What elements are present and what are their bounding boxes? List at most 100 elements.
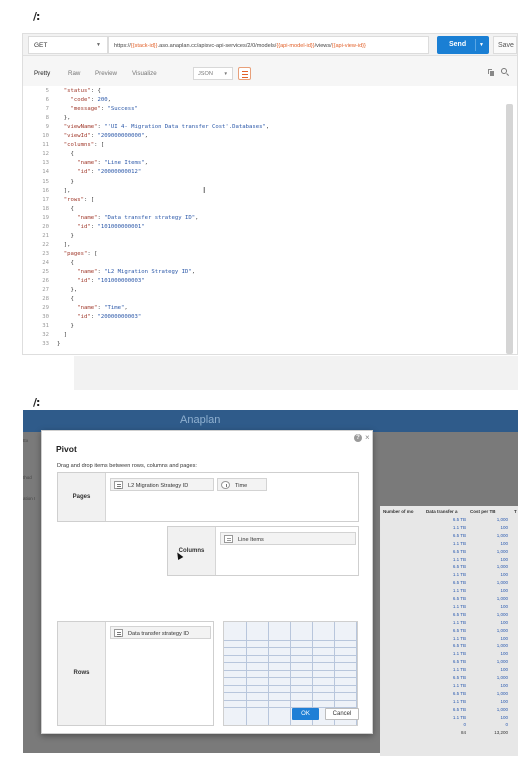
code-line: {: [57, 296, 74, 303]
anaplan-logo-icon: /:: [33, 10, 40, 23]
tab-raw[interactable]: Raw: [68, 70, 80, 77]
line-number: 7: [45, 106, 49, 113]
background-cell: 6.5 TB: [452, 690, 466, 696]
background-cell: 1,000: [496, 611, 508, 617]
code-line: {: [57, 259, 74, 266]
background-cell: 1.1 TB: [452, 572, 466, 578]
background-cell: 6.5 TB: [452, 643, 466, 649]
line-number: 28: [42, 296, 49, 303]
text-cursor-icon: I: [203, 186, 206, 195]
help-icon[interactable]: ?: [354, 434, 362, 442]
url-variable: {{api-model-id}}: [276, 42, 315, 49]
tab-pretty[interactable]: Pretty: [34, 70, 50, 77]
url-input[interactable]: https://{{stack-id}}.aso.anaplan.cc/apis…: [108, 36, 429, 54]
pivot-item-label: L2 Migration Strategy ID: [128, 482, 189, 489]
send-divider: [475, 39, 476, 51]
code-line: }: [57, 178, 74, 185]
background-cell: 1,000: [496, 517, 508, 522]
background-cell: 1.1 TB: [452, 603, 466, 609]
chevron-down-icon[interactable]: ▼: [479, 42, 484, 48]
rows-zone[interactable]: Rows Data transfer strategy ID: [57, 621, 214, 726]
background-cell: 100: [500, 540, 508, 546]
cancel-button[interactable]: Cancel: [325, 708, 359, 720]
background-cell: 6.5 TB: [452, 564, 466, 570]
background-cell: 100: [500, 603, 508, 609]
background-cell: 6.5 TB: [452, 706, 466, 712]
code-line: }: [57, 232, 74, 239]
tab-preview[interactable]: Preview: [95, 70, 117, 77]
background-column-header: Data transfer a: [426, 509, 458, 514]
code-line: "name": "L2 Migration Strategy ID",: [77, 269, 196, 275]
line-number: 18: [42, 205, 49, 212]
columns-zone[interactable]: Columns Line Items: [167, 526, 359, 576]
app-header: [23, 410, 518, 432]
pivot-item-time[interactable]: Time: [217, 478, 267, 491]
line-number: 31: [42, 323, 49, 330]
line-items-icon: [224, 535, 233, 543]
code-line: "viewId": "209000000000",: [63, 133, 148, 140]
code-line: "id": "101000000001": [77, 223, 145, 230]
background-cell: 1.1 TB: [452, 682, 466, 688]
background-cell: 6.5 TB: [452, 596, 466, 601]
send-button[interactable]: Send ▼: [437, 36, 489, 54]
background-column-header: Number of mo: [383, 509, 414, 514]
search-icon[interactable]: [501, 68, 510, 77]
send-label: Send: [449, 41, 467, 48]
code-line: ],: [57, 241, 71, 248]
pivot-item-label: Data transfer strategy ID: [128, 630, 189, 637]
background-cell: 1.1 TB: [452, 667, 466, 673]
pivot-item-label: Time: [235, 482, 248, 489]
api-client-section: /: GET ▼ https://{{stack-id}}.aso.anapla…: [0, 0, 518, 390]
wrap-lines-icon[interactable]: [238, 67, 251, 80]
pivot-item-l2-migration-strategy[interactable]: L2 Migration Strategy ID: [110, 478, 214, 491]
save-button[interactable]: Save: [493, 36, 517, 54]
url-text: /views/: [314, 42, 332, 49]
background-cell: 1.1 TB: [452, 635, 466, 641]
code-line: ]: [57, 332, 68, 339]
line-number: 26: [42, 278, 49, 285]
background-cell: 100: [500, 588, 508, 594]
code-line: }: [57, 323, 74, 330]
line-number: 10: [42, 133, 49, 140]
background-cell: 1.1 TB: [452, 540, 466, 546]
method-select[interactable]: GET ▼: [28, 36, 108, 54]
brand-name: Anaplan: [180, 414, 221, 426]
background-cell: 100: [500, 698, 508, 704]
background-cell: 6.5 TB: [452, 548, 466, 554]
anaplan-section: /: Anaplan Ex thod ation I Pivot ? × Dra…: [0, 390, 518, 757]
grid-line: [268, 622, 269, 725]
line-number: 27: [42, 287, 49, 294]
format-select[interactable]: JSON ▼: [193, 67, 233, 80]
pivot-item-line-items[interactable]: Line Items: [220, 532, 356, 545]
line-number: 8: [45, 115, 49, 122]
copy-icon[interactable]: [487, 68, 495, 77]
ok-button[interactable]: OK: [292, 708, 319, 720]
code-line: "message": "Success": [70, 106, 138, 113]
background-cell: 1,000: [496, 532, 508, 538]
background-cell: 0: [505, 722, 508, 728]
pages-zone[interactable]: Pages L2 Migration Strategy ID Time: [57, 472, 359, 522]
code-line: "name": "Data transfer strategy ID",: [77, 214, 199, 221]
response-body[interactable]: 5 "status": {6 "code": 200, 7 "message": …: [23, 86, 517, 354]
background-label: thod: [23, 475, 32, 480]
tab-visualize[interactable]: Visualize: [132, 70, 157, 77]
background-cell: 100: [500, 651, 508, 657]
url-variable: {{api-view-id}}: [331, 42, 366, 49]
pivot-dialog: Pivot ? × Drag and drop items between ro…: [41, 430, 373, 734]
code-line: {: [57, 205, 74, 212]
request-bar: GET ▼ https://{{stack-id}}.aso.anaplan.c…: [23, 34, 517, 56]
close-icon[interactable]: ×: [365, 433, 370, 442]
line-number: 6: [45, 97, 49, 104]
background-cell: 100: [500, 667, 508, 673]
code-line: "viewName": "'UI 4- Migration Data trans…: [63, 124, 270, 131]
code-line: "id": "20000000012": [77, 169, 142, 176]
anaplan-logo-icon: /:: [33, 396, 40, 409]
code-line: "id": "101000000003": [77, 278, 145, 285]
pivot-item-data-transfer-strategy[interactable]: Data transfer strategy ID: [110, 626, 211, 639]
line-number: 23: [42, 250, 49, 257]
background-cell: 100: [500, 556, 508, 562]
code-line: },: [57, 115, 71, 122]
response-scrollbar[interactable]: [506, 104, 513, 354]
background-cell: 1,000: [496, 690, 508, 696]
line-number: 17: [42, 196, 49, 203]
